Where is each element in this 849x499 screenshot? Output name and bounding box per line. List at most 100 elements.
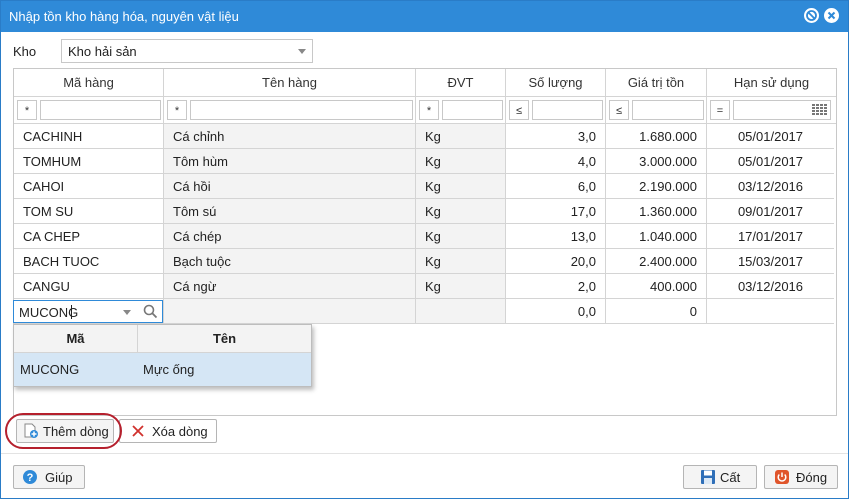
cell-han-su-dung[interactable] [707, 299, 834, 324]
restore-icon[interactable] [804, 8, 819, 23]
cell-dvt[interactable]: Kg [416, 124, 506, 149]
cell-dvt[interactable]: Kg [416, 149, 506, 174]
table-row[interactable]: CAHOI Cá hồi Kg 6,0 2.190.000 03/12/2016 [14, 174, 834, 199]
cell-ma-hang[interactable]: BACH TUOC [14, 249, 164, 274]
filter-operator[interactable]: ≤ [509, 100, 529, 120]
cell-dvt[interactable]: Kg [416, 224, 506, 249]
cell-dvt[interactable] [416, 299, 506, 324]
cell-ten-hang[interactable]: Tôm hùm [164, 149, 416, 174]
cell-so-luong[interactable]: 2,0 [506, 274, 606, 299]
cell-gia-tri-ton[interactable]: 400.000 [606, 274, 707, 299]
search-icon[interactable] [143, 304, 158, 319]
cell-ma-hang[interactable]: CAHOI [14, 174, 164, 199]
cell-han-su-dung[interactable]: 15/03/2017 [707, 249, 834, 274]
cell-gia-tri-ton[interactable]: 2.400.000 [606, 249, 707, 274]
cell-ma-hang[interactable]: CA CHEP [14, 224, 164, 249]
filter-input[interactable] [40, 100, 161, 120]
calendar-icon[interactable] [812, 104, 827, 116]
cell-gia-tri-ton[interactable]: 0 [606, 299, 707, 324]
cell-han-su-dung[interactable]: 03/12/2016 [707, 174, 834, 199]
cell-so-luong[interactable]: 13,0 [506, 224, 606, 249]
filter-operator[interactable]: ≤ [609, 100, 629, 120]
save-label: Cất [720, 470, 741, 485]
filter-ma-hang: * [14, 97, 164, 124]
ma-hang-combo-value[interactable]: MUCONG [19, 305, 78, 320]
dropdown-option[interactable]: MUCONG Mực ống [14, 353, 311, 386]
help-button[interactable]: ? Giúp [13, 465, 85, 489]
table-row[interactable]: CANGU Cá ngừ Kg 2,0 400.000 03/12/2016 [14, 274, 834, 299]
table-row[interactable]: TOM SU Tôm sú Kg 17,0 1.360.000 09/01/20… [14, 199, 834, 224]
column-header-han-su-dung[interactable]: Hạn sử dụng [707, 69, 836, 97]
filter-gia-tri-ton: ≤ [606, 97, 707, 124]
delete-row-button[interactable]: Xóa dòng [119, 419, 217, 443]
column-header-so-luong[interactable]: Số lượng [506, 69, 606, 97]
cell-gia-tri-ton[interactable]: 1.680.000 [606, 124, 707, 149]
cell-so-luong[interactable]: 3,0 [506, 124, 606, 149]
cell-han-su-dung[interactable]: 17/01/2017 [707, 224, 834, 249]
filter-operator[interactable]: * [167, 100, 187, 120]
filter-so-luong: ≤ [506, 97, 606, 124]
table-row[interactable]: TOMHUM Tôm hùm Kg 4,0 3.000.000 05/01/20… [14, 149, 834, 174]
cell-gia-tri-ton[interactable]: 2.190.000 [606, 174, 707, 199]
cell-ma-hang[interactable]: CANGU [14, 274, 164, 299]
cell-so-luong[interactable]: 17,0 [506, 199, 606, 224]
dropdown-header-ten: Tên [138, 325, 311, 353]
cell-so-luong[interactable]: 20,0 [506, 249, 606, 274]
cell-dvt[interactable]: Kg [416, 274, 506, 299]
filter-input[interactable] [632, 100, 704, 120]
cell-han-su-dung[interactable]: 05/01/2017 [707, 149, 834, 174]
kho-value: Kho hải sản [68, 44, 137, 59]
cell-so-luong[interactable]: 0,0 [506, 299, 606, 324]
filter-input[interactable] [190, 100, 413, 120]
dropdown-option-ma[interactable]: MUCONG [20, 353, 79, 386]
filter-operator[interactable]: * [17, 100, 37, 120]
cell-ten-hang[interactable]: Cá hồi [164, 174, 416, 199]
cell-han-su-dung[interactable]: 03/12/2016 [707, 274, 834, 299]
chevron-down-icon [298, 49, 306, 54]
cell-gia-tri-ton[interactable]: 3.000.000 [606, 149, 707, 174]
close-icon[interactable] [824, 8, 839, 23]
save-button[interactable]: Cất [683, 465, 757, 489]
table-row[interactable]: CACHINH Cá chỉnh Kg 3,0 1.680.000 05/01/… [14, 124, 834, 149]
delete-row-label: Xóa dòng [152, 424, 208, 439]
kho-select[interactable]: Kho hải sản [61, 39, 313, 63]
dropdown-option-ten[interactable]: Mực ống [143, 353, 194, 386]
table-row[interactable]: CA CHEP Cá chép Kg 13,0 1.040.000 17/01/… [14, 224, 834, 249]
highlight-annotation [5, 413, 122, 449]
cell-ten-hang[interactable]: Tôm sú [164, 199, 416, 224]
window-title: Nhập tồn kho hàng hóa, nguyên vật liệu [9, 9, 239, 24]
filter-input[interactable] [733, 100, 831, 120]
delete-x-icon [132, 425, 144, 437]
filter-input[interactable] [442, 100, 503, 120]
cell-ma-hang[interactable]: TOM SU [14, 199, 164, 224]
cell-ten-hang[interactable] [164, 299, 416, 324]
cell-ten-hang[interactable]: Cá ngừ [164, 274, 416, 299]
cell-dvt[interactable]: Kg [416, 249, 506, 274]
column-header-dvt[interactable]: ĐVT [416, 69, 506, 97]
cell-ten-hang[interactable]: Cá chỉnh [164, 124, 416, 149]
cell-ten-hang[interactable]: Cá chép [164, 224, 416, 249]
filter-operator[interactable]: * [419, 100, 439, 120]
cell-han-su-dung[interactable]: 05/01/2017 [707, 124, 834, 149]
chevron-down-icon[interactable] [123, 310, 131, 315]
cell-dvt[interactable]: Kg [416, 199, 506, 224]
column-header-gia-tri-ton[interactable]: Giá trị tồn [606, 69, 707, 97]
title-bar: Nhập tồn kho hàng hóa, nguyên vật liệu [1, 1, 848, 32]
cell-ma-hang[interactable]: CACHINH [14, 124, 164, 149]
filter-operator[interactable]: = [710, 100, 730, 120]
close-button[interactable]: Đóng [764, 465, 838, 489]
cell-han-su-dung[interactable]: 09/01/2017 [707, 199, 834, 224]
cell-ten-hang[interactable]: Bạch tuộc [164, 249, 416, 274]
cell-so-luong[interactable]: 4,0 [506, 149, 606, 174]
cell-gia-tri-ton[interactable]: 1.040.000 [606, 224, 707, 249]
filter-dvt: * [416, 97, 506, 124]
cell-so-luong[interactable]: 6,0 [506, 174, 606, 199]
column-header-ma-hang[interactable]: Mã hàng [14, 69, 164, 97]
cell-dvt[interactable]: Kg [416, 174, 506, 199]
column-header-ten-hang[interactable]: Tên hàng [164, 69, 416, 97]
cell-gia-tri-ton[interactable]: 1.360.000 [606, 199, 707, 224]
cell-ma-hang[interactable]: TOMHUM [14, 149, 164, 174]
filter-input[interactable] [532, 100, 603, 120]
table-row[interactable]: BACH TUOC Bạch tuộc Kg 20,0 2.400.000 15… [14, 249, 834, 274]
ma-hang-combo[interactable]: MUCONG [13, 300, 163, 323]
